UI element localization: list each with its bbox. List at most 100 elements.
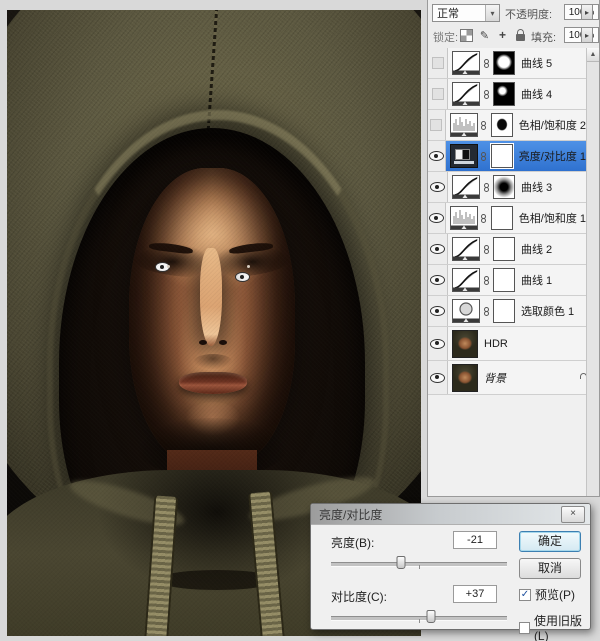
layer-row[interactable]: 曲线 1 <box>428 265 586 296</box>
layer-mask-thumbnail[interactable] <box>493 237 515 261</box>
layer-row[interactable]: 亮度/对比度 1 <box>428 141 586 172</box>
close-icon[interactable]: × <box>561 506 585 523</box>
chevron-down-icon: ▾ <box>485 5 499 21</box>
brightness-label: 亮度(B): <box>331 534 374 551</box>
visibility-toggle[interactable] <box>428 234 448 264</box>
fill-spinner-icon[interactable]: ▸ <box>581 27 593 43</box>
layer-mask-thumbnail[interactable] <box>491 206 513 230</box>
layer-mask-thumbnail[interactable] <box>493 82 515 106</box>
lock-all-icon[interactable] <box>514 29 527 42</box>
layer-thumbnail[interactable] <box>452 51 480 75</box>
blend-mode-value: 正常 <box>433 5 485 21</box>
layer-name: 亮度/对比度 1 <box>519 148 586 164</box>
layer-row[interactable]: 色相/饱和度 2 <box>428 110 586 141</box>
layer-mask-thumbnail[interactable] <box>493 51 515 75</box>
visibility-toggle[interactable] <box>428 361 448 394</box>
empty-visibility-well <box>430 119 442 131</box>
curves-thumbnail-icon <box>453 52 479 74</box>
cancel-button[interactable]: 取消 <box>519 558 581 579</box>
hue-saturation-thumbnail-icon <box>451 114 477 136</box>
brightness-slider-zero-tick <box>419 565 420 569</box>
layer-thumbnail[interactable] <box>452 175 480 199</box>
brightness-slider-thumb[interactable] <box>397 556 406 569</box>
brightness-input[interactable]: -21 <box>453 531 497 549</box>
layer-name: 色相/饱和度 1 <box>519 210 586 226</box>
layer-thumbnail[interactable] <box>450 206 478 230</box>
hue-saturation-thumbnail-icon <box>451 207 477 229</box>
layer-thumbnail[interactable] <box>450 113 478 137</box>
contrast-slider-thumb[interactable] <box>427 610 436 623</box>
curves-thumbnail-icon <box>453 83 479 105</box>
layer-row[interactable]: 曲线 2 <box>428 234 586 265</box>
layer-mask-thumbnail[interactable] <box>493 299 515 323</box>
visibility-toggle[interactable] <box>428 110 446 140</box>
layers-panel-controls: 正常 ▾ 不透明度: 100% ▸ 锁定: ✎ + 填充: 100% ▸ <box>428 0 599 49</box>
layer-list: 曲线 5 <box>428 48 599 496</box>
layer-row[interactable]: 选取颜色 1 <box>428 296 586 327</box>
layer-thumbnail[interactable] <box>452 364 478 392</box>
photoshop-workspace: 正常 ▾ 不透明度: 100% ▸ 锁定: ✎ + 填充: 100% ▸ <box>0 0 600 641</box>
lock-position-icon[interactable]: + <box>496 29 509 42</box>
preview-checkbox[interactable]: ✓ 预览(P) <box>519 586 575 603</box>
layers-scrollbar[interactable]: ▲ <box>586 48 599 496</box>
visibility-toggle[interactable] <box>428 203 446 233</box>
layer-mask-thumbnail[interactable] <box>493 268 515 292</box>
legacy-checkbox-label: 使用旧版(L) <box>534 612 590 641</box>
visibility-toggle[interactable] <box>428 172 448 202</box>
visibility-toggle[interactable] <box>428 79 448 109</box>
layer-mask-thumbnail[interactable] <box>491 113 513 137</box>
layer-name: 曲线 5 <box>521 55 552 71</box>
selective-color-thumbnail-icon <box>453 300 479 322</box>
lock-transparent-pixels-icon[interactable] <box>460 29 473 42</box>
layer-thumbnail[interactable] <box>452 82 480 106</box>
eye-icon <box>430 306 445 316</box>
legacy-checkbox[interactable]: ✓ 使用旧版(L) <box>519 612 590 641</box>
layer-thumbnail[interactable] <box>452 330 478 358</box>
layer-name: HDR <box>484 338 508 350</box>
opacity-spinner-icon[interactable]: ▸ <box>581 4 593 20</box>
brightness-slider[interactable] <box>331 556 507 570</box>
layer-mask-thumbnail[interactable] <box>493 175 515 199</box>
checkbox-box: ✓ <box>519 622 530 634</box>
contrast-slider-zero-tick <box>419 619 420 623</box>
contrast-label: 对比度(C): <box>331 588 387 605</box>
layer-row[interactable]: 曲线 3 <box>428 172 586 203</box>
eye-icon <box>430 275 445 285</box>
curves-thumbnail-icon <box>453 238 479 260</box>
visibility-toggle[interactable] <box>428 327 448 360</box>
dialog-titlebar[interactable]: 亮度/对比度 × <box>311 504 590 525</box>
layer-row[interactable]: 曲线 4 <box>428 79 586 110</box>
lock-image-pixels-icon[interactable]: ✎ <box>478 29 491 42</box>
link-icon <box>478 121 490 130</box>
visibility-toggle[interactable] <box>428 48 448 78</box>
scroll-up-icon[interactable]: ▲ <box>587 48 599 62</box>
layer-row[interactable]: 曲线 5 <box>428 48 586 79</box>
link-icon <box>478 214 490 223</box>
ok-button[interactable]: 确定 <box>519 531 581 552</box>
layer-thumbnail[interactable] <box>450 144 478 168</box>
layer-name: 曲线 3 <box>521 179 552 195</box>
visibility-toggle[interactable] <box>428 296 448 326</box>
checkbox-box: ✓ <box>519 589 531 601</box>
layer-thumbnail[interactable] <box>452 268 480 292</box>
contrast-input[interactable]: +37 <box>453 585 497 603</box>
layer-row[interactable]: HDR <box>428 327 586 361</box>
visibility-toggle[interactable] <box>428 141 446 171</box>
eye-icon <box>430 182 445 192</box>
eye-icon <box>430 244 445 254</box>
fill-label: 填充: <box>531 29 556 45</box>
visibility-toggle[interactable] <box>428 265 448 295</box>
layer-mask-thumbnail[interactable] <box>491 144 513 168</box>
blend-mode-select[interactable]: 正常 ▾ <box>432 4 500 22</box>
link-icon <box>480 245 492 254</box>
contrast-slider[interactable] <box>331 610 507 624</box>
layer-thumbnail[interactable] <box>452 237 480 261</box>
layers-panel: 正常 ▾ 不透明度: 100% ▸ 锁定: ✎ + 填充: 100% ▸ <box>427 0 600 497</box>
layer-thumbnail[interactable] <box>452 299 480 323</box>
link-icon <box>478 152 490 161</box>
layer-name: 曲线 2 <box>521 241 552 257</box>
layer-row[interactable]: 色相/饱和度 1 <box>428 203 586 234</box>
brightness-contrast-thumbnail-icon <box>455 149 470 160</box>
layer-name: 色相/饱和度 2 <box>519 117 586 133</box>
layer-row[interactable]: 背景 <box>428 361 586 395</box>
